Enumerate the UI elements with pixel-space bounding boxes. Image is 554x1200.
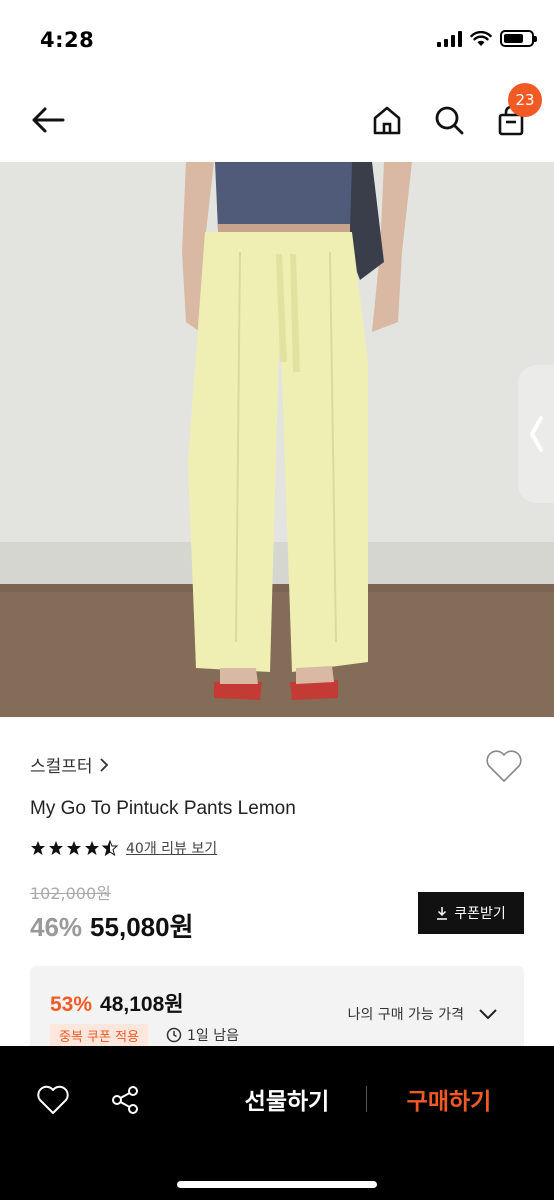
best-discount-rate: 53% bbox=[50, 993, 93, 1016]
rating-row: 40개 리뷰 보기 bbox=[30, 838, 217, 858]
price-row: 46% 55,080원 bbox=[30, 907, 194, 944]
coupon-tag: 중복 쿠폰 적용 bbox=[50, 1024, 149, 1047]
star-icon bbox=[67, 841, 81, 855]
status-icons bbox=[437, 30, 537, 47]
search-icon bbox=[435, 106, 464, 135]
cart-count-badge: 23 bbox=[508, 83, 542, 117]
wishlist-button[interactable] bbox=[483, 745, 525, 787]
divider bbox=[366, 1086, 367, 1112]
clock-icon bbox=[166, 1027, 182, 1043]
time-left-label: 1일 남음 bbox=[187, 1028, 239, 1044]
star-icon bbox=[49, 841, 63, 855]
brand-link[interactable]: 스컬프터 bbox=[30, 752, 109, 777]
half-star-icon bbox=[102, 840, 118, 856]
star-icon bbox=[31, 841, 45, 855]
coupon-button-label: 쿠폰받기 bbox=[454, 906, 506, 922]
signal-icon bbox=[437, 30, 462, 47]
sale-price: 55,080원 bbox=[90, 912, 194, 942]
original-price: 102,000원 bbox=[30, 884, 111, 903]
best-price-box: 53% 48,108원 중복 쿠폰 적용 1일 남음 나의 구매 가능 가격 bbox=[30, 966, 524, 1056]
back-button[interactable] bbox=[26, 98, 70, 142]
star-icon bbox=[85, 841, 99, 855]
buy-button[interactable]: 구매하기 bbox=[384, 1076, 514, 1122]
time-left: 1일 남음 bbox=[166, 1025, 239, 1045]
gift-button[interactable]: 선물하기 bbox=[222, 1076, 352, 1122]
wifi-icon bbox=[470, 30, 492, 46]
star-rating bbox=[30, 840, 118, 856]
image-prev-button[interactable] bbox=[518, 365, 554, 503]
chevron-down-icon bbox=[479, 1009, 497, 1019]
bottom-wishlist-button[interactable] bbox=[32, 1079, 74, 1121]
heart-icon bbox=[37, 1085, 69, 1114]
home-icon bbox=[373, 106, 401, 135]
download-icon bbox=[437, 907, 448, 920]
my-price-label: 나의 구매 가능 가격 bbox=[347, 1007, 464, 1023]
home-button[interactable] bbox=[365, 98, 409, 142]
chevron-left-icon bbox=[530, 416, 543, 452]
my-price-toggle[interactable]: 나의 구매 가능 가격 bbox=[348, 1004, 498, 1024]
share-button[interactable] bbox=[104, 1079, 146, 1121]
status-bar: 4:28 bbox=[0, 0, 554, 80]
search-button[interactable] bbox=[427, 98, 471, 142]
top-navigation bbox=[0, 80, 554, 162]
bottom-action-bar: 선물하기 구매하기 bbox=[0, 1046, 554, 1200]
review-link[interactable]: 40개 리뷰 보기 bbox=[126, 838, 217, 858]
product-image[interactable] bbox=[0, 162, 554, 717]
best-price-row: 53% 48,108원 bbox=[50, 988, 184, 1018]
product-title: My Go To Pintuck Pants Lemon bbox=[30, 798, 296, 819]
chevron-right-icon bbox=[99, 757, 108, 772]
back-arrow-icon bbox=[32, 107, 65, 133]
heart-icon bbox=[486, 750, 522, 782]
home-indicator bbox=[177, 1181, 377, 1188]
battery-level bbox=[504, 34, 524, 43]
discount-rate: 46% bbox=[30, 912, 83, 942]
battery-icon bbox=[500, 30, 537, 47]
status-time: 4:28 bbox=[40, 28, 95, 52]
best-price: 48,108원 bbox=[100, 993, 184, 1016]
share-icon bbox=[112, 1086, 138, 1114]
brand-name: 스컬프터 bbox=[30, 757, 93, 777]
coupon-download-button[interactable]: 쿠폰받기 bbox=[418, 892, 524, 934]
product-photo bbox=[0, 162, 554, 717]
